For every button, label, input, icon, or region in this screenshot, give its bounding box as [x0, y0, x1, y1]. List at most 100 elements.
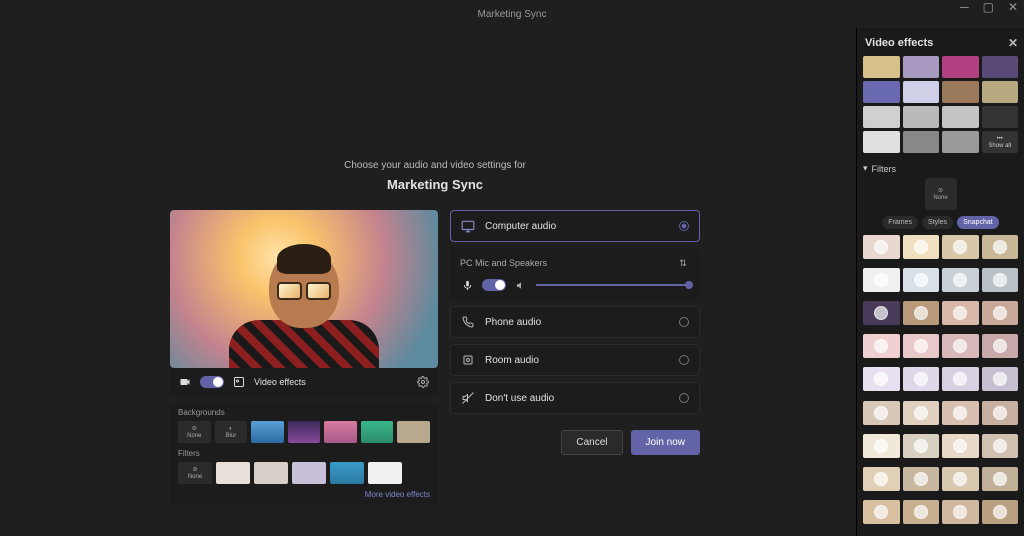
filter-tile[interactable] — [903, 434, 940, 458]
filter-thumb[interactable] — [368, 462, 402, 484]
filter-tile[interactable] — [903, 301, 940, 325]
filter-tile[interactable] — [863, 367, 900, 391]
background-grid: •••Show all — [863, 56, 1018, 153]
mic-icon — [460, 278, 474, 292]
bg-tile[interactable] — [903, 81, 940, 103]
bg-none[interactable]: ⊘None — [178, 421, 211, 443]
minimize-button[interactable]: ─ — [960, 0, 969, 14]
filter-tile[interactable] — [982, 500, 1019, 524]
filter-tile[interactable] — [942, 301, 979, 325]
bg-tile[interactable] — [982, 81, 1019, 103]
bg-tile[interactable] — [903, 56, 940, 78]
filter-tile[interactable] — [982, 434, 1019, 458]
filter-tile[interactable] — [982, 401, 1019, 425]
effects-icon — [232, 375, 246, 389]
tab-snapchat[interactable]: Snapchat — [957, 216, 999, 229]
video-preview — [170, 210, 438, 368]
filter-thumb[interactable] — [216, 462, 250, 484]
filter-tile[interactable] — [903, 367, 940, 391]
audio-option-none[interactable]: Don't use audio — [450, 382, 700, 414]
bg-thumb[interactable] — [361, 421, 394, 443]
filter-none-tile[interactable]: ⊘ None — [925, 178, 957, 210]
filter-tile[interactable] — [982, 467, 1019, 491]
filter-tile[interactable] — [982, 367, 1019, 391]
video-effects-button[interactable]: Video effects — [254, 377, 306, 387]
filter-tile[interactable] — [903, 401, 940, 425]
bg-tile[interactable] — [942, 131, 979, 153]
backgrounds-heading: Backgrounds — [178, 408, 430, 417]
bg-tile[interactable] — [863, 106, 900, 128]
filter-tile[interactable] — [863, 467, 900, 491]
filter-tile[interactable] — [863, 434, 900, 458]
filter-tile[interactable] — [982, 235, 1019, 259]
audio-phone-label: Phone audio — [485, 317, 541, 328]
bg-thumb[interactable] — [288, 421, 321, 443]
filter-tile[interactable] — [982, 334, 1019, 358]
bg-tile[interactable] — [982, 106, 1019, 128]
filter-tile[interactable] — [942, 367, 979, 391]
audio-option-phone[interactable]: Phone audio — [450, 306, 700, 338]
filter-tile[interactable] — [863, 235, 900, 259]
bg-tile[interactable] — [942, 56, 979, 78]
bg-thumb[interactable] — [251, 421, 284, 443]
bg-tile[interactable] — [942, 81, 979, 103]
maximize-button[interactable]: ▢ — [983, 0, 994, 14]
bg-show-all[interactable]: •••Show all — [982, 131, 1019, 153]
filter-tile[interactable] — [942, 500, 979, 524]
filter-tile[interactable] — [863, 500, 900, 524]
filter-tile[interactable] — [903, 235, 940, 259]
filter-tile[interactable] — [903, 334, 940, 358]
audio-computer-label: Computer audio — [485, 221, 556, 232]
bg-thumb[interactable] — [324, 421, 357, 443]
filter-tile[interactable] — [863, 301, 900, 325]
phone-icon — [461, 315, 475, 329]
bg-thumb[interactable] — [397, 421, 430, 443]
filter-thumb[interactable] — [292, 462, 326, 484]
close-panel-icon[interactable]: ✕ — [1008, 36, 1018, 50]
bg-tile[interactable] — [942, 106, 979, 128]
bg-tile[interactable] — [863, 131, 900, 153]
audio-device-name: PC Mic and Speakers — [460, 258, 547, 268]
filter-thumb[interactable] — [254, 462, 288, 484]
mic-toggle[interactable] — [482, 279, 506, 291]
filter-tile[interactable] — [942, 434, 979, 458]
bg-tile[interactable] — [903, 131, 940, 153]
no-audio-icon — [461, 391, 475, 405]
filter-tile[interactable] — [942, 467, 979, 491]
join-now-button[interactable]: Join now — [631, 430, 700, 455]
chevron-down-icon[interactable]: ▾ — [863, 163, 868, 174]
tab-styles[interactable]: Styles — [922, 216, 953, 229]
filter-tile[interactable] — [903, 268, 940, 292]
filter-tile[interactable] — [942, 334, 979, 358]
close-button[interactable]: ✕ — [1008, 0, 1018, 14]
settings-gear-icon[interactable] — [416, 375, 430, 389]
bg-tile[interactable] — [863, 81, 900, 103]
filter-tile[interactable] — [863, 268, 900, 292]
filter-tile[interactable] — [982, 301, 1019, 325]
bg-tile[interactable] — [982, 56, 1019, 78]
filter-tile[interactable] — [863, 334, 900, 358]
filter-tile[interactable] — [942, 235, 979, 259]
more-video-effects-link[interactable]: More video effects — [178, 490, 430, 499]
bg-blur[interactable]: ◐Blur — [215, 421, 248, 443]
audio-option-computer[interactable]: Computer audio — [450, 210, 700, 242]
tab-frames[interactable]: Frames — [882, 216, 918, 229]
filter-tile[interactable] — [903, 500, 940, 524]
filter-none[interactable]: ⊘None — [178, 462, 212, 484]
device-settings-icon[interactable]: ⇅ — [676, 256, 690, 270]
camera-toggle[interactable] — [200, 376, 224, 388]
filter-tile[interactable] — [942, 268, 979, 292]
filters-heading: Filters — [178, 449, 430, 458]
filter-thumb[interactable] — [330, 462, 364, 484]
filter-tile[interactable] — [863, 401, 900, 425]
bg-tile[interactable] — [863, 56, 900, 78]
bg-tile[interactable] — [903, 106, 940, 128]
audio-option-room[interactable]: Room audio — [450, 344, 700, 376]
filter-tile[interactable] — [903, 467, 940, 491]
filter-tile[interactable] — [942, 401, 979, 425]
volume-slider[interactable] — [536, 284, 690, 286]
cancel-button[interactable]: Cancel — [561, 430, 622, 455]
main-area: Choose your audio and video settings for… — [0, 28, 856, 536]
filter-tile[interactable] — [982, 268, 1019, 292]
speaker-icon — [514, 278, 528, 292]
